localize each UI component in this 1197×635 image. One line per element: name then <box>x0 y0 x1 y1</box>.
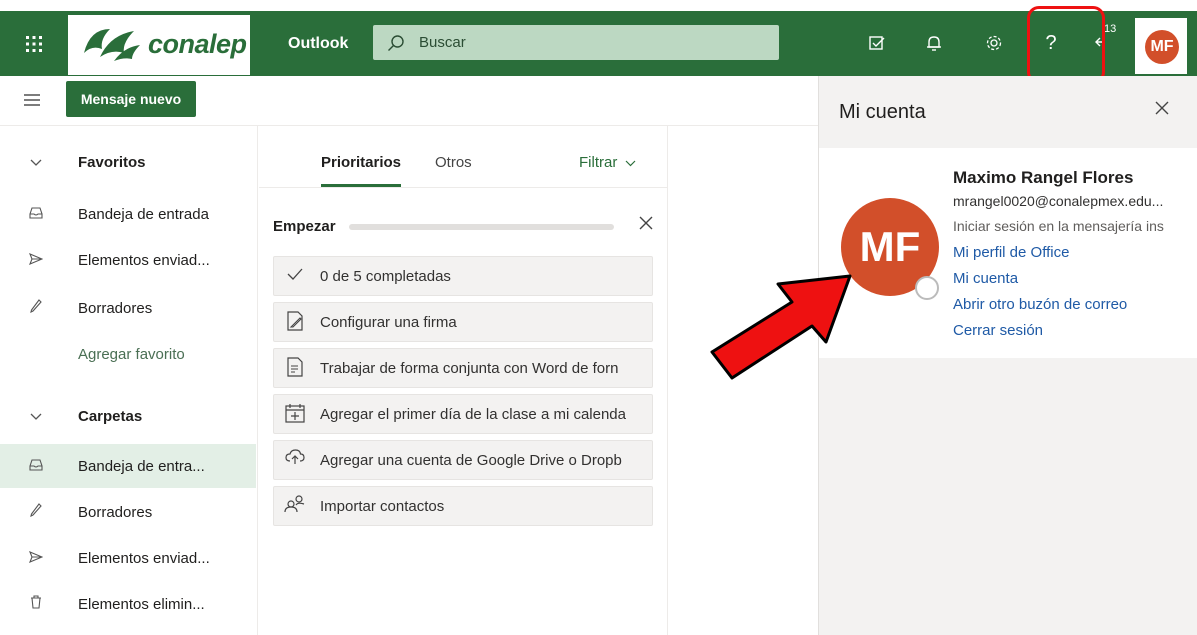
send-icon <box>28 252 44 269</box>
chevron-down-icon <box>625 160 635 167</box>
message-list-pane: Prioritarios Otros Filtrar Empezar 0 de … <box>259 126 668 635</box>
check-icon <box>284 265 306 287</box>
task-label: Configurar una firma <box>320 313 457 331</box>
inbox-icon <box>28 206 44 223</box>
active-tab-indicator <box>321 184 401 187</box>
task-setup-signature[interactable]: Configurar una firma <box>273 302 653 342</box>
word-doc-icon <box>284 357 306 379</box>
chevron-down-icon[interactable] <box>28 408 44 425</box>
account-button[interactable]: MF <box>1135 18 1187 74</box>
sidebar-item-label: Elementos enviad... <box>78 549 210 567</box>
task-word-collab[interactable]: Trabajar de forma conjunta con Word de f… <box>273 348 653 388</box>
sidebar-item-inbox[interactable]: Bandeja de entra... <box>0 444 256 488</box>
office-profile-link[interactable]: Mi perfil de Office <box>953 244 1069 261</box>
task-label: Trabajar de forma conjunta con Word de f… <box>320 359 619 377</box>
hamburger-menu-icon[interactable] <box>24 91 44 111</box>
contacts-icon <box>284 495 306 517</box>
inbox-icon <box>28 458 44 475</box>
chevron-down-icon[interactable] <box>28 154 44 171</box>
task-add-cloud[interactable]: Agregar una cuenta de Google Drive o Dro… <box>273 440 653 480</box>
sidebar-item-favorite-drafts[interactable]: Borradores <box>0 286 256 330</box>
sign-out-link[interactable]: Cerrar sesión <box>953 322 1043 339</box>
search-box[interactable] <box>373 25 779 60</box>
my-account-link[interactable]: Mi cuenta <box>953 270 1018 287</box>
account-email: mrangel0020@conalepmex.edu... <box>953 193 1164 209</box>
tab-focused[interactable]: Prioritarios <box>321 154 401 171</box>
command-bar: Mensaje nuevo <box>0 76 818 126</box>
new-message-button[interactable]: Mensaje nuevo <box>66 81 196 117</box>
tab-other[interactable]: Otros <box>435 154 472 171</box>
pencil-icon <box>28 299 44 317</box>
close-icon[interactable] <box>639 214 653 235</box>
conalep-logo-mark <box>84 29 140 61</box>
task-label: Importar contactos <box>320 497 445 515</box>
task-label: Agregar el primer día de la clase a mi c… <box>320 405 626 423</box>
task-add-calendar[interactable]: Agregar el primer día de la clase a mi c… <box>273 394 653 434</box>
task-label: Agregar una cuenta de Google Drive o Dro… <box>320 451 622 469</box>
folders-label: Carpetas <box>78 407 143 425</box>
red-arrow-annotation <box>710 274 852 380</box>
inbox-tabs: Prioritarios Otros Filtrar <box>259 126 668 188</box>
waffle-icon[interactable] <box>0 11 68 76</box>
sidebar-item-deleted[interactable]: Elementos elimin... <box>0 582 256 626</box>
task-progress: 0 de 5 completadas <box>273 256 653 296</box>
bell-icon[interactable] <box>919 28 949 58</box>
signin-text: Iniciar sesión en la mensajería ins <box>953 218 1164 234</box>
getting-started-progress <box>349 224 614 230</box>
favorites-header[interactable]: Favoritos <box>0 140 256 184</box>
task-label: 0 de 5 completadas <box>320 267 451 285</box>
logo-text: conalep <box>148 29 247 59</box>
my-day-icon[interactable] <box>862 28 892 58</box>
sidebar-item-drafts[interactable]: Borradores <box>0 490 256 534</box>
filter-label: Filtrar <box>579 154 618 171</box>
signature-icon <box>284 311 306 333</box>
folder-sidebar: Favoritos Bandeja de entrada Elementos e… <box>0 126 258 635</box>
pencil-icon <box>28 503 44 521</box>
sidebar-item-label: Elementos elimin... <box>78 595 205 613</box>
folders-header[interactable]: Carpetas <box>0 394 256 438</box>
presence-status-icon[interactable] <box>915 276 939 300</box>
filter-button[interactable]: Filtrar <box>579 154 636 171</box>
sidebar-item-favorite-sent[interactable]: Elementos enviad... <box>0 238 256 282</box>
trash-icon <box>28 595 44 613</box>
open-other-mailbox-link[interactable]: Abrir otro buzón de correo <box>953 296 1127 313</box>
search-icon <box>388 34 404 51</box>
account-panel-title: Mi cuenta <box>839 101 926 123</box>
avatar: MF <box>1145 30 1179 64</box>
sidebar-item-label: Elementos enviad... <box>78 251 210 269</box>
cloud-icon <box>284 449 306 471</box>
sidebar-item-label: Bandeja de entrada <box>78 205 209 223</box>
sidebar-item-label: Bandeja de entra... <box>78 457 205 475</box>
calendar-add-icon <box>284 403 306 425</box>
conalep-logo[interactable]: conalep <box>68 15 250 75</box>
task-import-contacts[interactable]: Importar contactos <box>273 486 653 526</box>
add-favorite-label: Agregar favorito <box>78 345 185 363</box>
close-icon[interactable] <box>1155 98 1169 121</box>
sidebar-item-label: Borradores <box>78 299 153 317</box>
add-favorite-link[interactable]: Agregar favorito <box>0 332 256 376</box>
sidebar-item-favorite-inbox[interactable]: Bandeja de entrada <box>0 192 256 236</box>
search-input[interactable] <box>419 34 759 51</box>
app-name[interactable]: Outlook <box>288 35 348 53</box>
sidebar-item-sent[interactable]: Elementos enviad... <box>0 536 256 580</box>
notification-badge: 13 <box>1104 23 1117 35</box>
getting-started-title: Empezar <box>273 218 336 235</box>
help-highlight-box <box>1027 6 1105 84</box>
gear-icon[interactable] <box>979 28 1009 58</box>
send-icon <box>28 550 44 567</box>
sidebar-item-label: Borradores <box>78 503 153 521</box>
favorites-label: Favoritos <box>78 153 146 171</box>
account-name: Maximo Rangel Flores <box>953 168 1134 187</box>
